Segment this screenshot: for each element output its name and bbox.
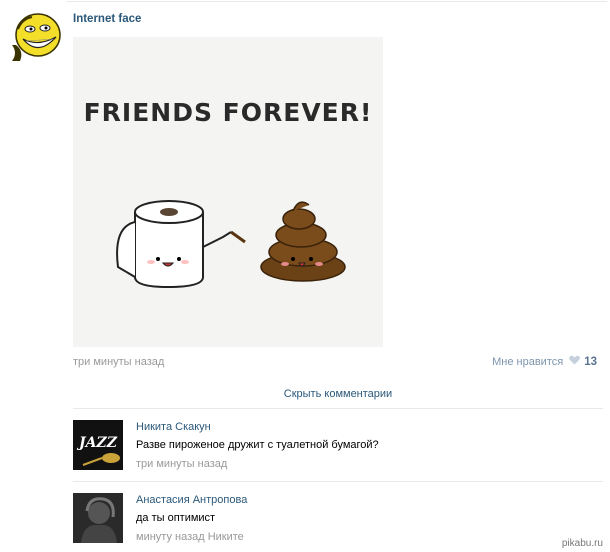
comment-text: Разве пироженое дружит с туалетной бумаг…	[136, 439, 379, 451]
hide-comments-link[interactable]: Скрыть комментарии	[73, 388, 603, 400]
comment-avatar[interactable]	[73, 493, 123, 543]
jazz-logo-text: JAZZ	[76, 435, 118, 451]
post-timestamp-link[interactable]: три минуты назад	[73, 356, 164, 368]
like-button[interactable]: Мне нравится 13	[492, 355, 597, 368]
image-caption: FRIENDS FOREVER!	[84, 98, 373, 127]
pikabu-watermark: pikabu.ru	[558, 537, 606, 550]
comment-divider	[73, 481, 603, 482]
post-author-link[interactable]: Internet face	[73, 13, 141, 25]
heart-icon	[569, 355, 581, 368]
comment-text: да ты оптимист	[136, 512, 216, 524]
comment-avatar[interactable]: JAZZ	[73, 420, 123, 470]
comment-author-link[interactable]: Анастасия Антропова	[136, 494, 247, 506]
post-image[interactable]: FRIENDS FOREVER!	[73, 37, 383, 347]
like-label: Мне нравится	[492, 355, 564, 368]
author-avatar[interactable]	[12, 11, 62, 61]
comment-author-link[interactable]: Никита Скакун	[136, 421, 211, 433]
comment-timestamp-link[interactable]: три минуты назад	[136, 458, 227, 470]
comment-timestamp-link[interactable]: минуту назад Никите	[136, 531, 244, 543]
like-count: 13	[584, 355, 597, 368]
comments-divider	[73, 408, 603, 409]
top-divider	[66, 1, 607, 2]
